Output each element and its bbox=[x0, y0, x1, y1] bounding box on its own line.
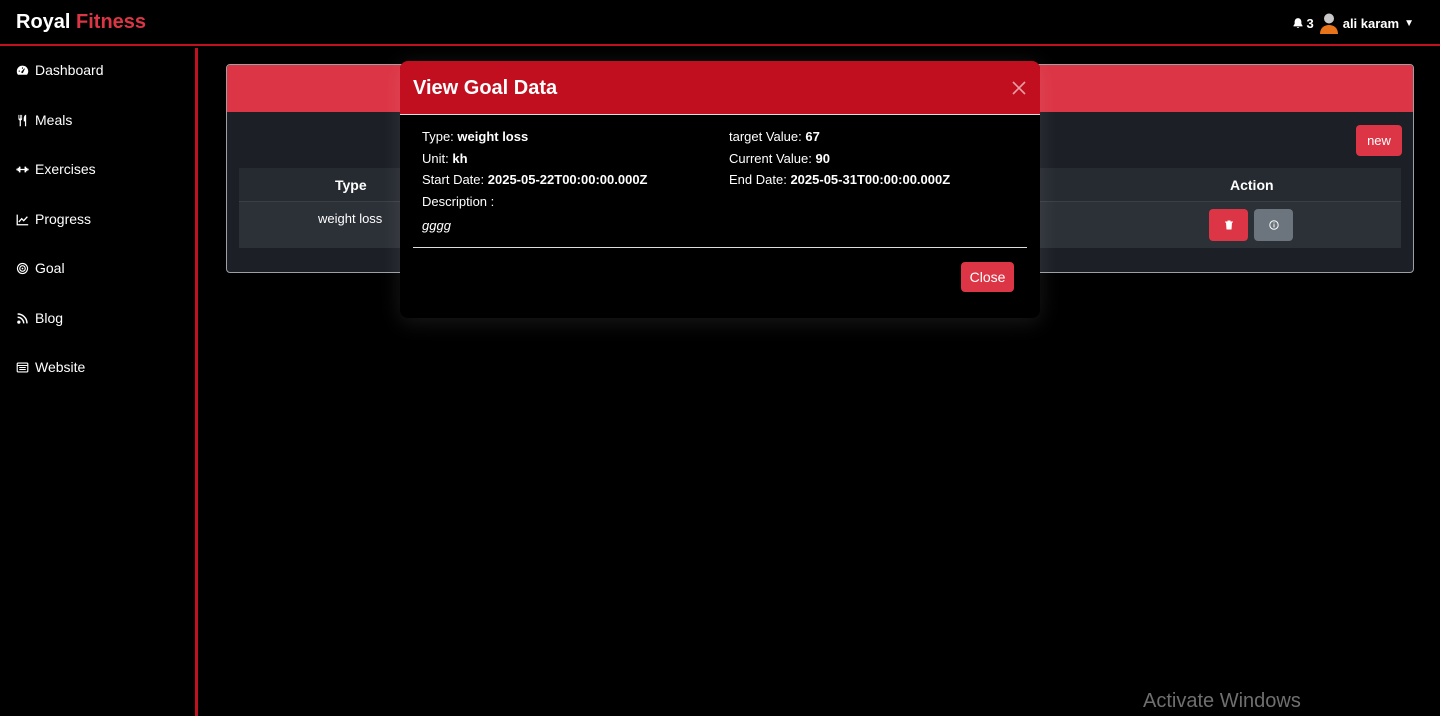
column-header-action: Action bbox=[1230, 177, 1274, 193]
utensils-icon bbox=[16, 114, 29, 127]
modal-divider bbox=[413, 247, 1027, 248]
sidebar-item-label: Dashboard bbox=[35, 62, 104, 78]
sidebar-item-blog[interactable]: Blog bbox=[16, 310, 63, 326]
target-value-field: target Value: 67 bbox=[729, 129, 820, 144]
unit-value: kh bbox=[452, 151, 468, 166]
sidebar-item-dashboard[interactable]: Dashboard bbox=[16, 62, 104, 78]
sidebar: Dashboard Meals Exercises Progress Goal … bbox=[0, 48, 198, 716]
brand-name-accent: Fitness bbox=[76, 11, 147, 33]
start-date-field: Start Date: 2025-05-22T00:00:00.000Z bbox=[422, 172, 648, 187]
sidebar-item-progress[interactable]: Progress bbox=[16, 211, 91, 227]
gauge-icon bbox=[16, 64, 29, 77]
sidebar-item-website[interactable]: Website bbox=[16, 359, 85, 375]
notification-count-badge[interactable]: 3 bbox=[1306, 16, 1313, 31]
blog-icon bbox=[16, 312, 29, 325]
end-date-label: End Date: bbox=[729, 172, 787, 187]
sidebar-item-label: Meals bbox=[35, 112, 73, 128]
target-value: 67 bbox=[805, 129, 820, 144]
sidebar-item-goal[interactable]: Goal bbox=[16, 260, 65, 276]
target-icon bbox=[16, 262, 29, 275]
view-goal-modal: View Goal Data Type: weight loss target … bbox=[400, 61, 1040, 318]
description-label: Description : bbox=[422, 194, 495, 209]
trash-icon bbox=[1224, 220, 1233, 230]
column-header-type: Type bbox=[335, 177, 367, 193]
modal-title: View Goal Data bbox=[413, 77, 558, 99]
chart-line-icon bbox=[16, 213, 29, 226]
top-navbar: Royal Fitness 3 ali karam ▼ bbox=[0, 0, 1440, 46]
sidebar-item-meals[interactable]: Meals bbox=[16, 112, 72, 128]
end-date-field: End Date: 2025-05-31T00:00:00.000Z bbox=[729, 172, 950, 187]
bell-icon[interactable] bbox=[1292, 17, 1304, 29]
brand-name-primary: Royal bbox=[16, 11, 71, 33]
window-icon bbox=[16, 361, 29, 374]
cell-type: weight loss bbox=[318, 211, 383, 226]
close-icon[interactable] bbox=[1010, 79, 1028, 97]
sidebar-item-label: Blog bbox=[35, 310, 64, 326]
goal-type-field: Type: weight loss bbox=[422, 129, 528, 144]
description-value: gggg bbox=[422, 218, 451, 233]
chevron-down-icon[interactable]: ▼ bbox=[1404, 18, 1414, 29]
unit-label: Unit: bbox=[422, 151, 449, 166]
sidebar-item-label: Goal bbox=[35, 260, 65, 276]
goal-type-label: Type: bbox=[422, 129, 454, 144]
current-value-field: Current Value: 90 bbox=[729, 151, 830, 166]
sidebar-item-label: Progress bbox=[35, 211, 92, 227]
sidebar-item-label: Exercises bbox=[35, 161, 96, 177]
sidebar-item-label: Website bbox=[35, 359, 86, 375]
delete-button[interactable] bbox=[1209, 209, 1248, 241]
dumbbell-icon bbox=[16, 163, 29, 176]
user-area: 3 ali karam ▼ bbox=[1292, 12, 1414, 34]
target-value-label: target Value: bbox=[729, 129, 802, 144]
sidebar-item-exercises[interactable]: Exercises bbox=[16, 161, 96, 177]
current-value-label: Current Value: bbox=[729, 151, 812, 166]
view-details-button[interactable] bbox=[1254, 209, 1293, 241]
start-date-value: 2025-05-22T00:00:00.000Z bbox=[487, 172, 648, 187]
close-button[interactable]: Close bbox=[961, 262, 1014, 292]
goal-type-value: weight loss bbox=[457, 129, 529, 144]
modal-header: View Goal Data bbox=[400, 61, 1040, 115]
current-value: 90 bbox=[815, 151, 830, 166]
brand-logo[interactable]: Royal Fitness bbox=[16, 11, 146, 34]
start-date-label: Start Date: bbox=[422, 172, 485, 187]
new-goal-button[interactable]: new bbox=[1356, 125, 1402, 156]
info-icon bbox=[1268, 220, 1279, 230]
unit-field: Unit: kh bbox=[422, 151, 468, 166]
username-dropdown[interactable]: ali karam bbox=[1343, 16, 1399, 31]
activate-windows-watermark: Activate Windows bbox=[1143, 690, 1301, 712]
avatar[interactable] bbox=[1319, 12, 1339, 34]
end-date-value: 2025-05-31T00:00:00.000Z bbox=[790, 172, 951, 187]
